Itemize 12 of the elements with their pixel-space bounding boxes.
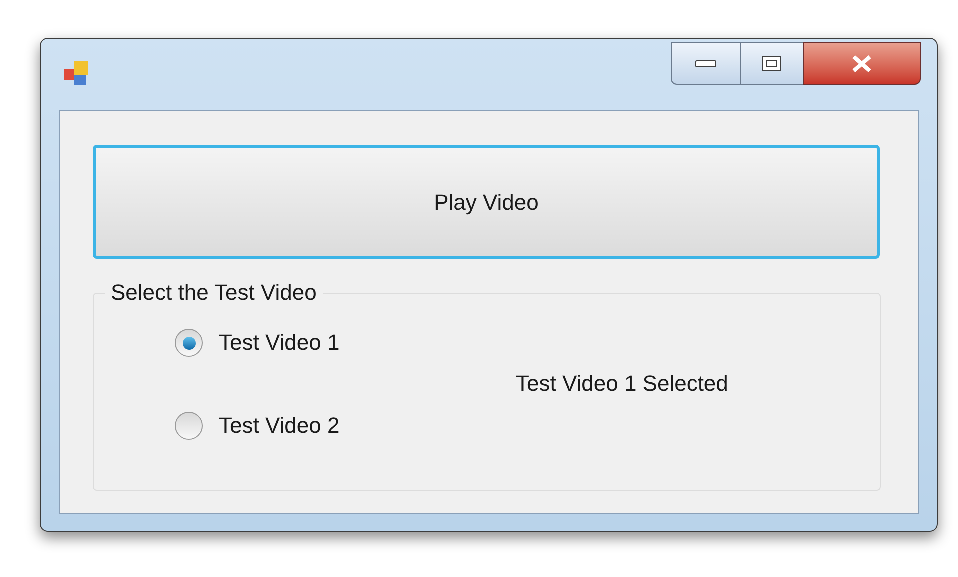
minimize-button[interactable] bbox=[671, 42, 741, 85]
maximize-button[interactable] bbox=[741, 42, 803, 85]
close-button[interactable] bbox=[803, 42, 921, 85]
play-video-button[interactable]: Play Video bbox=[93, 145, 880, 259]
maximize-icon bbox=[762, 56, 782, 72]
radio-option[interactable]: Test Video 1 bbox=[175, 329, 340, 357]
radio-button[interactable] bbox=[175, 329, 203, 357]
status-label: Test Video 1 Selected bbox=[516, 370, 728, 398]
radio-button[interactable] bbox=[175, 412, 203, 440]
minimize-icon bbox=[695, 60, 717, 68]
radio-option[interactable]: Test Video 2 bbox=[175, 412, 340, 440]
close-icon bbox=[851, 54, 873, 72]
